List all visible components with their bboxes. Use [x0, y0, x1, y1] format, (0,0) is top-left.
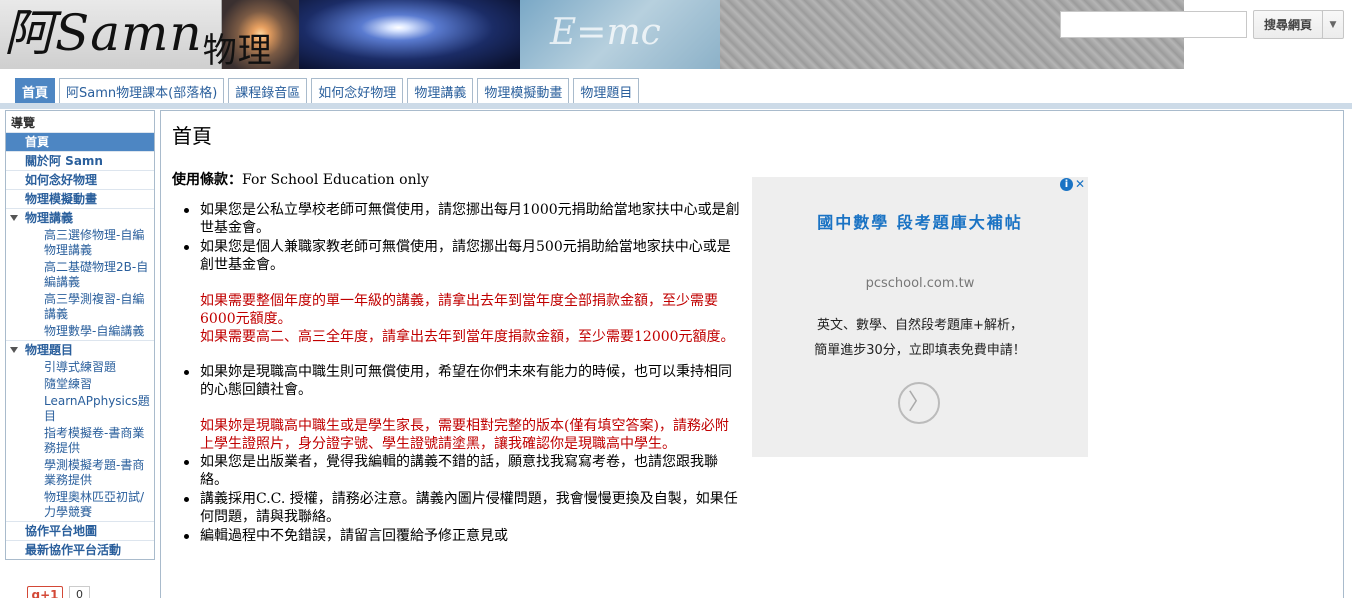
page-title: 首頁 — [172, 124, 212, 148]
list-item: 如果妳是現職高中職生則可無償使用，希望在你們未來有能力的時候，也可以秉持相同的心… — [184, 363, 742, 399]
terms-line: 使用條款：For School Education only — [172, 171, 742, 189]
sidebar-title: 導覽 — [11, 116, 36, 130]
top-nav-tabs: 首頁 阿Samn物理課本(部落格) 課程錄音區 如何念好物理 物理講義 物理模擬… — [15, 78, 643, 103]
sidebar-item-handouts[interactable]: 物理講義 — [6, 208, 154, 227]
sidebar-item-study-tips[interactable]: 如何念好物理 — [6, 170, 154, 189]
site-logo-text: 阿Samn物理 — [4, 4, 273, 69]
search-input[interactable] — [1060, 11, 1247, 38]
list-item: 如果您是個人兼職家教老師可無償使用，請您挪出每月500元捐助給當地家扶中心或是創… — [184, 238, 742, 274]
sidebar-subitem[interactable]: 物理奧林匹亞初試/力學競賽 — [6, 489, 154, 521]
tab-simulations[interactable]: 物理模擬動畫 — [477, 78, 570, 103]
advertisement[interactable]: i ✕ 國中數學 段考題庫大補帖 pcschool.com.tw 英文、數學、自… — [752, 177, 1088, 457]
sidebar-subitem[interactable]: 高二基礎物理2B-自編講義 — [6, 259, 154, 291]
banner-image-formula: E=mc — [520, 0, 720, 69]
sidebar-item-sitemap[interactable]: 協作平台地圖 — [6, 521, 154, 540]
tab-recordings[interactable]: 課程錄音區 — [228, 78, 308, 103]
sidebar-item-recent-activity[interactable]: 最新協作平台活動 — [6, 540, 154, 559]
terms-list: 如果您是公私立學校老師可無償使用，請您挪出每月1000元捐助給當地家扶中心或是創… — [172, 201, 742, 274]
google-plusone-button[interactable]: g+1 — [27, 586, 63, 598]
warning-text: 如果需要整個年度的單一年級的講義，請拿出去年到當年度全部捐款金額，至少需要600… — [200, 293, 718, 327]
sidebar-subitem[interactable]: 隨堂練習 — [6, 376, 154, 393]
sidebar-subitem[interactable]: 引導式練習題 — [6, 359, 154, 376]
sidebar-subitem[interactable]: 高三學測複習-自編講義 — [6, 291, 154, 323]
tab-home[interactable]: 首頁 — [15, 78, 56, 103]
sidebar-subitem[interactable]: 指考模擬卷-書商業務提供 — [6, 425, 154, 457]
ad-title[interactable]: 國中數學 段考題庫大補帖 — [782, 211, 1058, 235]
list-item: 如果您是公私立學校老師可無償使用，請您挪出每月1000元捐助給當地家扶中心或是創… — [184, 201, 742, 237]
ad-domain: pcschool.com.tw — [865, 276, 975, 291]
collapse-triangle-icon[interactable] — [10, 347, 18, 353]
ad-arrow-icon[interactable]: 〉 — [898, 382, 940, 424]
collapse-triangle-icon[interactable] — [10, 215, 18, 221]
ad-close-icon[interactable]: ✕ — [1074, 177, 1086, 191]
tab-textbook-blog[interactable]: 阿Samn物理課本(部落格) — [59, 78, 225, 103]
list-item: 講義採用C.C. 授權，請務必注意。講義內圖片侵權問題，我會慢慢更換及自製，如果… — [184, 490, 742, 526]
plusone-count: 0 — [69, 586, 90, 598]
search-button[interactable]: 搜尋網頁 — [1253, 10, 1323, 39]
sidebar-item-home[interactable]: 首頁 — [6, 132, 154, 151]
sidebar-navigation: 導覽 首頁 關於阿 Samn 如何念好物理 物理模擬動畫 物理講義 高三選修物理… — [5, 110, 155, 560]
sidebar-subitem[interactable]: 高三選修物理-自編物理講義 — [6, 227, 154, 259]
terms-label: 使用條款： — [172, 172, 242, 188]
warning-text: 如果需要高二、高三全年度，請拿出去年到當年度捐款金額，至少需要12000元額度。 — [200, 329, 735, 345]
site-logo[interactable]: 阿Samn物理 — [0, 0, 272, 69]
search-dropdown-icon[interactable]: ▼ — [1322, 10, 1344, 39]
sidebar-item-simulations[interactable]: 物理模擬動畫 — [6, 189, 154, 208]
tab-bar-divider — [0, 103, 1352, 109]
header-banner: 阿Samn物理 E=mc — [0, 0, 1184, 69]
sidebar-item-about[interactable]: 關於阿 Samn — [6, 151, 154, 170]
tab-handouts[interactable]: 物理講義 — [407, 78, 474, 103]
sidebar-subitem[interactable]: LearnAPphysics題目 — [6, 393, 154, 425]
tab-problems[interactable]: 物理題目 — [573, 78, 640, 103]
banner-image-galaxy — [299, 0, 520, 69]
list-item: 編輯過程中不免錯誤，請留言回覆給予修正意見或 — [184, 527, 742, 545]
list-item: 如果您是出版業者，覺得我編輯的講義不錯的話，願意找我寫寫考卷，也請您跟我聯絡。 — [184, 453, 742, 489]
tab-study-tips[interactable]: 如何念好物理 — [311, 78, 404, 103]
sidebar-subitem[interactable]: 學測模擬考題-書商業務提供 — [6, 457, 154, 489]
sidebar-subitem[interactable]: 物理數學-自編講義 — [6, 323, 154, 340]
terms-value: For School Education only — [242, 172, 429, 188]
terms-list: 如果妳是現職高中職生則可無償使用，希望在你們未來有能力的時候，也可以秉持相同的心… — [172, 363, 742, 399]
sidebar-item-problems[interactable]: 物理題目 — [6, 340, 154, 359]
ad-info-icon[interactable]: i — [1060, 178, 1073, 191]
terms-list: 如果您是出版業者，覺得我編輯的講義不錯的話，願意找我寫寫考卷，也請您跟我聯絡。 … — [172, 453, 742, 545]
warning-text: 如果妳是現職高中職生或是學生家長，需要相對完整的版本(僅有填空答案)，請務必附上… — [200, 418, 729, 452]
ad-description: 英文、數學、自然段考題庫+解析， 簡單進步30分，立即填表免費申請！ — [814, 318, 1026, 358]
page-body: 使用條款：For School Education only 如果您是公私立學校… — [172, 171, 742, 546]
